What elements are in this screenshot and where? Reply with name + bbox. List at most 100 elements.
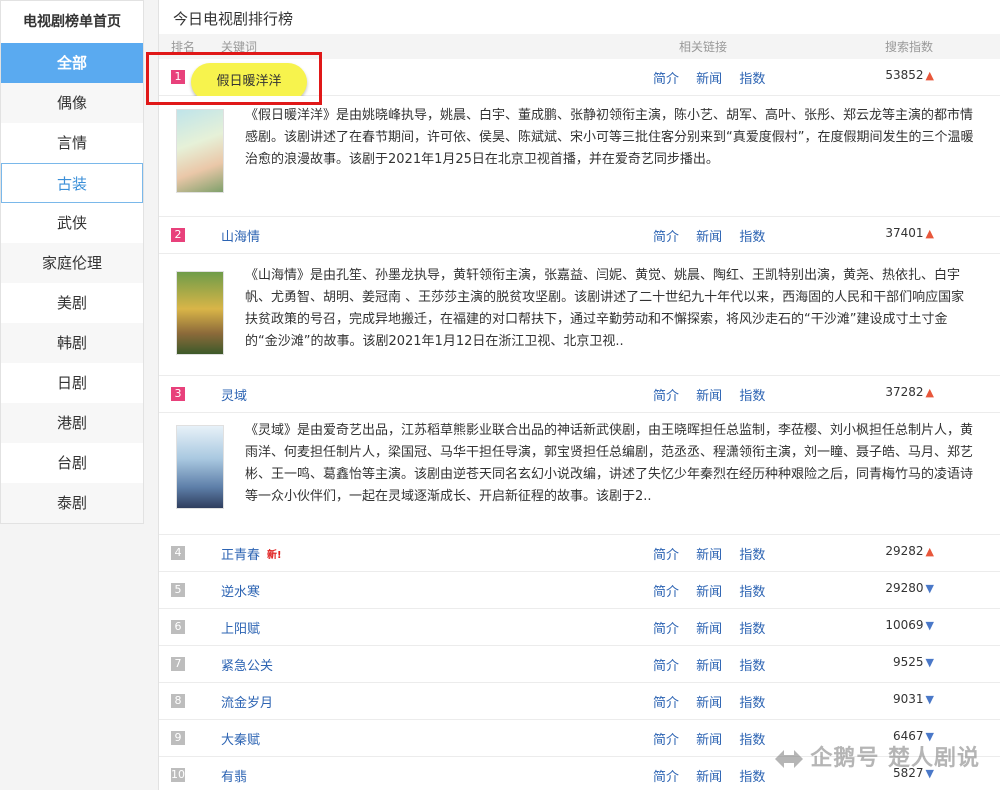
sidebar-item-idol[interactable]: 偶像 — [1, 83, 143, 123]
intro-link[interactable]: 简介 — [653, 733, 679, 748]
search-index: 53852 ▲ — [885, 68, 934, 82]
drama-detail: 《灵域》是由爱奇艺出品，江苏稻草熊影业联合出品的神话新武侠剧，由王晓晖担任总监制… — [159, 413, 1000, 535]
sidebar-title: 电视剧榜单首页 — [23, 14, 121, 30]
related-links: 简介 新闻 指数 — [653, 68, 778, 87]
score-value: 9525 — [892, 655, 924, 669]
news-link[interactable]: 新闻 — [696, 548, 722, 563]
related-links: 简介 新闻 指数 — [653, 618, 778, 637]
poster-image[interactable] — [176, 271, 224, 355]
related-links: 简介 新闻 指数 — [653, 692, 778, 711]
related-links: 简介 新闻 指数 — [653, 385, 778, 404]
col-links: 相关链接 — [679, 40, 728, 54]
news-link[interactable]: 新闻 — [696, 389, 722, 404]
arrow-down-icon: ▼ — [925, 582, 934, 595]
index-link[interactable]: 指数 — [739, 659, 765, 674]
index-link[interactable]: 指数 — [739, 389, 765, 404]
drama-title-link[interactable]: 上阳赋 — [221, 618, 260, 637]
drama-title-link[interactable]: 流金岁月 — [221, 692, 273, 711]
related-links: 简介 新闻 指数 — [653, 729, 778, 748]
index-link[interactable]: 指数 — [739, 548, 765, 563]
news-link[interactable]: 新闻 — [696, 659, 722, 674]
rank-badge: 10 — [171, 768, 185, 782]
rank-badge: 6 — [171, 620, 185, 634]
related-links: 简介 新闻 指数 — [653, 766, 778, 785]
index-link[interactable]: 指数 — [739, 770, 765, 785]
index-link[interactable]: 指数 — [739, 696, 765, 711]
drama-title-link[interactable]: 大秦赋 — [221, 729, 260, 748]
intro-link[interactable]: 简介 — [653, 659, 679, 674]
penguin-logo-icon — [775, 750, 804, 768]
sidebar-item-family[interactable]: 家庭伦理 — [1, 243, 143, 283]
sidebar-item-us-drama[interactable]: 美剧 — [1, 283, 143, 323]
arrow-up-icon: ▲ — [925, 386, 934, 399]
drama-title-link[interactable]: 有翡 — [221, 766, 247, 785]
sidebar-item-hk-drama[interactable]: 港剧 — [1, 403, 143, 443]
sidebar-item-costume[interactable]: 古装 — [1, 163, 143, 203]
intro-link[interactable]: 简介 — [653, 230, 679, 245]
news-link[interactable]: 新闻 — [696, 733, 722, 748]
index-link[interactable]: 指数 — [739, 230, 765, 245]
search-index: 10069 ▼ — [885, 618, 934, 632]
news-link[interactable]: 新闻 — [696, 585, 722, 600]
rank-badge: 9 — [171, 731, 185, 745]
intro-link[interactable]: 简介 — [653, 548, 679, 563]
index-link[interactable]: 指数 — [739, 622, 765, 637]
intro-link[interactable]: 简介 — [653, 622, 679, 637]
related-links: 简介 新闻 指数 — [653, 655, 778, 674]
related-links: 简介 新闻 指数 — [653, 544, 778, 563]
intro-link[interactable]: 简介 — [653, 585, 679, 600]
index-link[interactable]: 指数 — [739, 733, 765, 748]
index-link[interactable]: 指数 — [739, 72, 765, 87]
score-value: 37401 — [885, 226, 924, 240]
ranking-panel: 今日电视剧排行榜 排名 关键词 相关链接 搜索指数 1 假日暖洋洋 简介 新闻 … — [158, 0, 1000, 790]
news-link[interactable]: 新闻 — [696, 622, 722, 637]
table-row: 3 灵域 简介 新闻 指数 37282 ▲ — [159, 376, 1000, 413]
rank-badge: 4 — [171, 546, 185, 560]
rank-badge: 7 — [171, 657, 185, 671]
table-row: 4 正青春 新! 简介 新闻 指数 29282 ▲ — [159, 535, 1000, 572]
category-sidebar: 电视剧榜单首页 全部 偶像 言情 古装 武侠 家庭伦理 美剧 韩剧 日剧 港剧 … — [0, 0, 144, 524]
score-value: 10069 — [885, 618, 924, 632]
drama-title-link[interactable]: 山海情 — [221, 226, 260, 245]
intro-link[interactable]: 简介 — [653, 389, 679, 404]
sidebar-item-wuxia[interactable]: 武侠 — [1, 203, 143, 243]
news-link[interactable]: 新闻 — [696, 696, 722, 711]
news-link[interactable]: 新闻 — [696, 230, 722, 245]
sidebar-item-romance[interactable]: 言情 — [1, 123, 143, 163]
sidebar-item-thai-drama[interactable]: 泰剧 — [1, 483, 143, 523]
drama-title-link[interactable]: 紧急公关 — [221, 655, 273, 674]
poster-image[interactable] — [176, 109, 224, 193]
score-value: 29280 — [885, 581, 924, 595]
intro-link[interactable]: 简介 — [653, 72, 679, 87]
arrow-up-icon: ▲ — [925, 545, 934, 558]
rank-badge: 2 — [171, 228, 185, 242]
sidebar-item-tw-drama[interactable]: 台剧 — [1, 443, 143, 483]
intro-link[interactable]: 简介 — [653, 696, 679, 711]
search-index: 9525 ▼ — [893, 655, 934, 669]
related-links: 简介 新闻 指数 — [653, 226, 778, 245]
table-row: 5 逆水寒 简介 新闻 指数 29280 ▼ — [159, 572, 1000, 609]
drama-title-link[interactable]: 灵域 — [221, 385, 247, 404]
score-value: 29282 — [885, 544, 924, 558]
table-row: 2 山海情 简介 新闻 指数 37401 ▲ — [159, 217, 1000, 254]
drama-title-link[interactable]: 逆水寒 — [221, 581, 260, 600]
col-score: 搜索指数 — [885, 40, 934, 54]
sidebar-item-japanese-drama[interactable]: 日剧 — [1, 363, 143, 403]
news-link[interactable]: 新闻 — [696, 770, 722, 785]
poster-image[interactable] — [176, 425, 224, 509]
sidebar-item-korean-drama[interactable]: 韩剧 — [1, 323, 143, 363]
search-index: 37401 ▲ — [885, 226, 934, 240]
sidebar-item-all[interactable]: 全部 — [1, 43, 143, 83]
arrow-up-icon: ▲ — [925, 69, 934, 82]
table-row: 7 紧急公关 简介 新闻 指数 9525 ▼ — [159, 646, 1000, 683]
search-index: 9031 ▼ — [893, 692, 934, 706]
page-title: 今日电视剧排行榜 — [173, 10, 294, 28]
intro-link[interactable]: 简介 — [653, 770, 679, 785]
drama-title-link[interactable]: 正青春 — [221, 544, 260, 563]
news-link[interactable]: 新闻 — [696, 72, 722, 87]
drama-description: 《灵域》是由爱奇艺出品，江苏稻草熊影业联合出品的神话新武侠剧，由王晓晖担任总监制… — [245, 423, 974, 504]
column-header: 排名 关键词 相关链接 搜索指数 — [159, 34, 1000, 59]
table-row: 6 上阳赋 简介 新闻 指数 10069 ▼ — [159, 609, 1000, 646]
drama-description: 《假日暖洋洋》是由姚晓峰执导，姚晨、白宇、董成鹏、张静初领衔主演，陈小艺、胡军、… — [245, 108, 974, 167]
index-link[interactable]: 指数 — [739, 585, 765, 600]
